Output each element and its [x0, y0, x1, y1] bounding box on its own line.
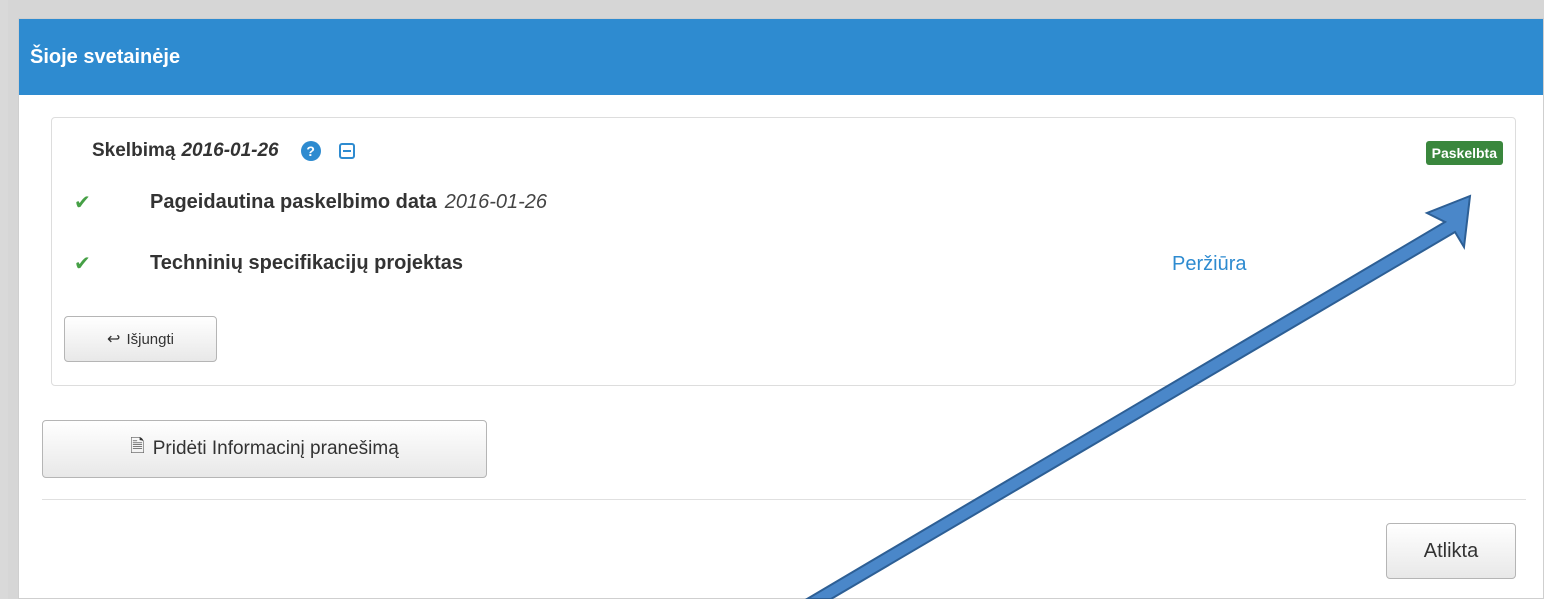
- row-label: Pageidautina paskelbimo data: [150, 191, 437, 213]
- document-icon: 🗎: [130, 436, 145, 456]
- disable-button-label: Išjungti: [126, 330, 174, 348]
- collapse-icon[interactable]: [338, 143, 355, 159]
- check-icon: ✔: [74, 253, 91, 275]
- help-icon[interactable]: ?: [300, 141, 321, 161]
- done-button[interactable]: Atlikta: [1386, 523, 1516, 579]
- panel-header: Šioje svetainėje: [19, 19, 1543, 95]
- divider: [42, 499, 1526, 500]
- disable-button[interactable]: ↩ Išjungti: [64, 316, 217, 362]
- notice-row-date: ✔ Pageidautina paskelbimo data 2016-01-2…: [74, 190, 547, 215]
- done-button-label: Atlikta: [1423, 539, 1479, 562]
- notice-row-spec: ✔ Techninių specifikacijų projektas: [74, 251, 463, 276]
- add-notice-button[interactable]: 🗎 Pridėti Informacinį pranešimą: [42, 420, 487, 478]
- add-notice-button-label: Pridėti Informacinį pranešimą: [152, 438, 399, 459]
- notice-title-date: 2016-01-26: [181, 140, 279, 161]
- status-badge: Paskelbta: [1425, 141, 1503, 165]
- row-value: 2016-01-26: [444, 191, 548, 213]
- preview-link[interactable]: Peržiūra: [1172, 253, 1246, 276]
- check-icon: ✔: [74, 192, 91, 214]
- notice-title-prefix: Skelbimą: [92, 140, 176, 161]
- panel-title: Šioje svetainėje: [30, 45, 181, 68]
- reply-icon: ↩: [107, 331, 121, 348]
- notice-title: Skelbimą 2016-01-26 ?: [92, 140, 355, 162]
- notice-card: Skelbimą 2016-01-26 ? Paskelbta ✔ Pageid…: [51, 117, 1516, 386]
- row-label: Techninių specifikacijų projektas: [150, 252, 464, 274]
